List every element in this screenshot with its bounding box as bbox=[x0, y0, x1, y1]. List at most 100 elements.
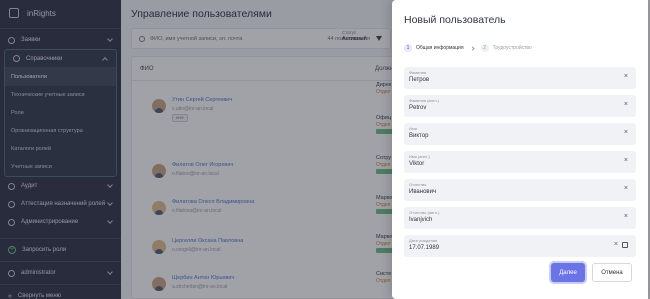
field-label: Фамилия (англ.) bbox=[409, 98, 440, 103]
patronymic-field[interactable]: Отчество Иванович × bbox=[404, 179, 636, 201]
sidebar-item-administration[interactable]: Администрирование bbox=[0, 213, 121, 231]
table-row[interactable]: Щербин Антон Юрьевич a.shcherbin@inr-an.… bbox=[132, 269, 400, 298]
next-button[interactable]: Далее bbox=[551, 263, 585, 282]
user-name-link[interactable]: Утин Сергей Сергеевич bbox=[172, 97, 232, 103]
new-user-panel: Новый пользователь 1 Общая информация 2 … bbox=[392, 0, 648, 299]
request-roles-button[interactable]: + Запросить роли bbox=[0, 241, 121, 259]
table-header: ФИО Должн bbox=[132, 57, 400, 81]
search-input[interactable]: ФИО, имя учетной записи, эл. почта bbox=[150, 36, 242, 42]
sidebar-item-label: Заявки bbox=[21, 37, 41, 43]
user-name-link[interactable]: Щербин Антон Юрьевич bbox=[172, 275, 234, 281]
patronymic-en-field[interactable]: Отчество (англ.) Ivanjvich × bbox=[404, 207, 636, 229]
sidebar: inRights Заявки Справочники Пользователи… bbox=[0, 0, 121, 299]
user-position: Марке bbox=[376, 195, 393, 201]
submenu-item-org-structure[interactable]: Организационная структура bbox=[5, 122, 116, 140]
field-label: Дата рождения bbox=[409, 238, 438, 243]
clear-icon[interactable]: × bbox=[624, 101, 628, 109]
field-value[interactable]: Viktor bbox=[409, 161, 424, 167]
user-department: Отдел bbox=[376, 202, 391, 208]
filter-icon[interactable] bbox=[376, 36, 382, 41]
avatar bbox=[152, 240, 166, 254]
last-name-field[interactable]: Фамилия Петров × bbox=[404, 67, 636, 89]
birth-date-field[interactable]: Дата рождения 17.07.1989 × bbox=[404, 235, 636, 257]
user-department: Отдел bbox=[376, 162, 391, 168]
sidebar-item-label: Администрирование bbox=[21, 219, 79, 225]
field-value[interactable]: Иванович bbox=[409, 189, 436, 195]
sidebar-item-audit[interactable]: Аудит bbox=[0, 177, 121, 195]
user-login: s.utin@inr-an.local bbox=[172, 106, 214, 112]
field-label: Фамилия bbox=[409, 70, 426, 75]
sidebar-item-requests[interactable]: Заявки bbox=[0, 31, 121, 49]
clear-icon[interactable]: × bbox=[624, 73, 628, 81]
plus-icon: + bbox=[8, 246, 16, 254]
chevron-down-icon bbox=[107, 218, 113, 224]
user-department: Отдел bbox=[376, 278, 391, 284]
status-value: Активный bbox=[342, 36, 367, 42]
step-number: 1 bbox=[404, 44, 412, 52]
submenu-item-role-catalogs[interactable]: Каталоги ролей bbox=[5, 140, 116, 158]
submenu-item-tech-accounts[interactable]: Технические учетные записи bbox=[5, 86, 116, 104]
field-value[interactable]: 17.07.1989 bbox=[409, 245, 439, 251]
avatar bbox=[152, 201, 166, 215]
status-filter[interactable]: Статус Активный bbox=[342, 30, 367, 42]
column-header-name[interactable]: ФИО bbox=[140, 66, 154, 72]
table-row[interactable]: Филатова Олеся Владимировна o.filatova@i… bbox=[132, 193, 400, 227]
user-name-link[interactable]: Филатов Олег Игоревич bbox=[172, 162, 233, 168]
user-name-link[interactable]: Цергелли Оксана Павловна bbox=[172, 238, 243, 244]
first-name-en-field[interactable]: Имя (англ.) Viktor × bbox=[404, 151, 636, 173]
table-row[interactable]: Филатов Олег Игоревич o.filatov@inr-an.l… bbox=[132, 154, 400, 188]
field-value[interactable]: Ivanjvich bbox=[409, 217, 432, 223]
search-icon bbox=[139, 35, 145, 42]
field-label: Имя (англ.) bbox=[409, 154, 430, 159]
chevron-down-icon bbox=[107, 182, 113, 188]
table-row[interactable]: Утин Сергей Сергеевич s.utin@inr-an.loca… bbox=[132, 81, 400, 134]
column-header-position[interactable]: Должн bbox=[375, 66, 393, 72]
sidebar-item-attestation[interactable]: Аттестация назначений ролей bbox=[0, 195, 121, 213]
clear-icon[interactable]: × bbox=[624, 213, 628, 221]
panel-title: Новый пользователь bbox=[404, 14, 506, 26]
step-general-info[interactable]: Общая информация bbox=[416, 45, 464, 51]
main-content: Управление пользователями ФИО, имя учетн… bbox=[121, 0, 401, 299]
first-name-field[interactable]: Имя Виктор × bbox=[404, 123, 636, 145]
avatar bbox=[152, 277, 166, 291]
app-window: inRights Заявки Справочники Пользователи… bbox=[0, 0, 650, 299]
chevron-right-icon bbox=[469, 45, 475, 51]
logo-icon bbox=[9, 8, 19, 18]
collapse-label: Свернуть меню bbox=[17, 293, 62, 299]
cancel-button[interactable]: Отмена bbox=[592, 263, 632, 282]
submenu-item-roles[interactable]: Роли bbox=[5, 104, 116, 122]
sidebar-item-references[interactable]: Справочники bbox=[5, 50, 116, 68]
user-name-link[interactable]: Филатова Олеся Владимировна bbox=[172, 199, 254, 205]
collapse-icon: « bbox=[8, 292, 12, 299]
sidebar-item-label: Аудит bbox=[21, 183, 38, 189]
clear-icon[interactable]: × bbox=[624, 185, 628, 193]
field-value[interactable]: Виктор bbox=[409, 133, 428, 139]
chevron-up-icon bbox=[102, 57, 108, 63]
step-employment[interactable]: Трудоустройство bbox=[493, 45, 532, 51]
table-row[interactable]: Цергелли Оксана Павловна o.cergeli@inr-a… bbox=[132, 232, 400, 266]
logo[interactable]: inRights bbox=[0, 0, 121, 26]
attestation-icon bbox=[8, 200, 15, 208]
requests-icon bbox=[8, 36, 15, 44]
clear-icon[interactable]: × bbox=[624, 129, 628, 137]
calendar-icon[interactable] bbox=[622, 242, 628, 248]
user-login: o.filatov@inr-an.local bbox=[172, 171, 219, 177]
user-position: Марке bbox=[376, 234, 393, 240]
avatar bbox=[152, 99, 166, 113]
sidebar-item-label: Справочники bbox=[26, 55, 63, 62]
field-value[interactable]: Петров bbox=[409, 77, 429, 83]
users-table: ФИО Должн Утин Сергей Сергеевич s.utin@i… bbox=[131, 56, 401, 299]
submenu-item-users[interactable]: Пользователи bbox=[5, 68, 116, 86]
user-badge: ИНФ bbox=[172, 114, 188, 122]
request-roles-label: Запросить роли bbox=[22, 247, 67, 253]
chevron-down-icon bbox=[107, 36, 113, 42]
clear-icon[interactable]: × bbox=[624, 157, 628, 165]
user-menu[interactable]: administrator bbox=[0, 264, 121, 282]
user-login: o.filatova@inr-an.local bbox=[172, 208, 222, 214]
field-value[interactable]: Petrov bbox=[409, 105, 426, 111]
sidebar-item-label: Аттестация назначений ролей bbox=[21, 201, 106, 207]
last-name-en-field[interactable]: Фамилия (англ.) Petrov × bbox=[404, 95, 636, 117]
collapse-menu-button[interactable]: « Свернуть меню bbox=[0, 287, 121, 299]
submenu-item-accounts[interactable]: Учетные записи bbox=[5, 158, 116, 176]
clear-icon[interactable]: × bbox=[614, 241, 618, 249]
